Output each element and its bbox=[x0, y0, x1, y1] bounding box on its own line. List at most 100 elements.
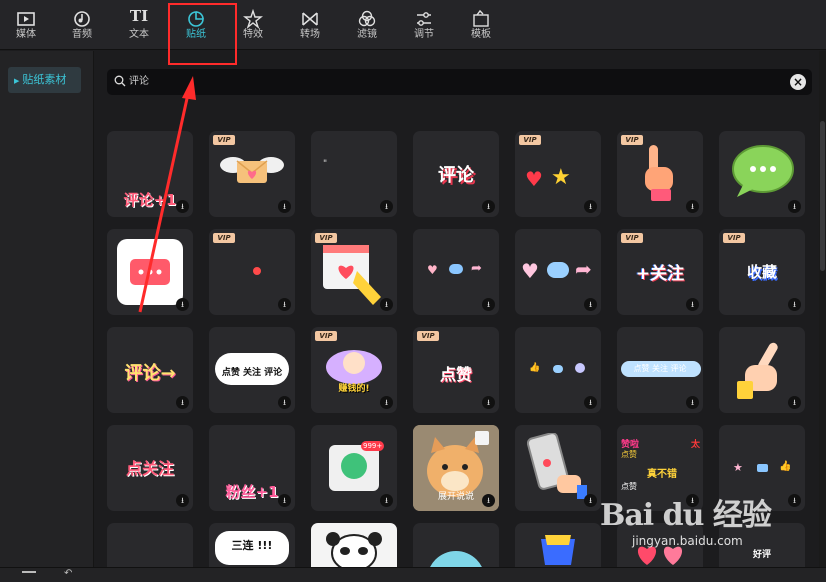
text-icon: TI bbox=[129, 7, 149, 25]
pointing-hand-icon bbox=[645, 145, 673, 201]
chat-icon bbox=[341, 453, 367, 479]
menu-icon[interactable] bbox=[22, 571, 36, 573]
heart-icon: ♥ bbox=[427, 263, 438, 277]
heart-icon: ♥ bbox=[525, 167, 543, 191]
sticker-card[interactable]: 评论→ ⭳ bbox=[107, 327, 193, 413]
search-input[interactable]: 评论 bbox=[129, 69, 149, 95]
download-icon[interactable]: ⭳ bbox=[176, 396, 189, 409]
download-icon[interactable]: ⭳ bbox=[686, 396, 699, 409]
tab-transition[interactable]: 转场 bbox=[286, 4, 334, 48]
sticker-card[interactable] bbox=[107, 523, 193, 567]
scrollbar-thumb[interactable] bbox=[820, 121, 825, 271]
download-icon[interactable]: ⭳ bbox=[584, 200, 597, 213]
download-icon[interactable]: ⭳ bbox=[788, 200, 801, 213]
scrollbar[interactable] bbox=[819, 51, 826, 567]
sticker-card[interactable]: VIP ⭳ bbox=[209, 229, 295, 315]
check-icon bbox=[575, 363, 585, 373]
top-toolbar: 媒体 音频 TI 文本 贴纸 特效 转场 滤镜 调节 模板 bbox=[0, 0, 826, 50]
sticker-card[interactable] bbox=[311, 523, 397, 567]
download-icon[interactable]: ⭳ bbox=[176, 494, 189, 507]
tab-text[interactable]: TI 文本 bbox=[115, 4, 163, 48]
download-icon[interactable]: ⭳ bbox=[686, 200, 699, 213]
sticker-card[interactable]: VIP 赚钱的! ⭳ bbox=[311, 327, 397, 413]
undo-icon[interactable]: ↶ bbox=[64, 568, 72, 579]
timeline-toolbar: ↶ bbox=[0, 567, 826, 582]
download-icon[interactable]: ⭳ bbox=[482, 200, 495, 213]
sticker-card[interactable]: VIP 收藏 ⭳ bbox=[719, 229, 805, 315]
vip-badge: VIP bbox=[519, 135, 541, 145]
sticker-card[interactable]: 粉丝+1 ⭳ bbox=[209, 425, 295, 511]
sticker-card[interactable]: ⭳ bbox=[515, 425, 601, 511]
sticker-card[interactable]: VIP +关注 ⭳ bbox=[617, 229, 703, 315]
download-icon[interactable]: ⭳ bbox=[584, 494, 597, 507]
thumbs-up-icon: 👍 bbox=[529, 363, 541, 373]
download-icon[interactable]: ⭳ bbox=[278, 200, 291, 213]
download-icon[interactable]: ⭳ bbox=[380, 396, 393, 409]
adjust-icon bbox=[400, 4, 448, 28]
sticker-card[interactable]: ♥ ➦ ⭳ bbox=[413, 229, 499, 315]
pointing-hand-icon bbox=[737, 342, 778, 399]
sticker-card[interactable]: VIP ⭳ bbox=[311, 229, 397, 315]
annotation-highlight-box bbox=[168, 3, 237, 65]
triangle-right-icon: ▶ bbox=[14, 77, 20, 85]
download-icon[interactable]: ⭳ bbox=[278, 494, 291, 507]
sticker-card[interactable]: 评论+1 ⭳ bbox=[107, 131, 193, 217]
download-icon[interactable]: ⭳ bbox=[380, 494, 393, 507]
download-icon[interactable]: ⭳ bbox=[482, 494, 495, 507]
download-icon[interactable]: ⭳ bbox=[380, 200, 393, 213]
sticker-card[interactable]: VIP ♥ ★ ⭳ bbox=[515, 131, 601, 217]
sticker-card[interactable]: VIP ⭳ bbox=[617, 131, 703, 217]
vip-badge: VIP bbox=[213, 233, 235, 243]
chat-icon bbox=[547, 262, 569, 278]
download-icon[interactable]: ⭳ bbox=[278, 396, 291, 409]
sticker-card[interactable]: 点赞 关注 评论 ⭳ bbox=[617, 327, 703, 413]
sticker-card[interactable]: VIP ⭳ bbox=[209, 131, 295, 217]
download-icon[interactable]: ⭳ bbox=[788, 298, 801, 311]
sticker-card[interactable]: ⭳ bbox=[719, 131, 805, 217]
tab-adjust[interactable]: 调节 bbox=[400, 4, 448, 48]
download-icon[interactable]: ⭳ bbox=[584, 396, 597, 409]
sticker-card[interactable]: 999+ ⭳ bbox=[311, 425, 397, 511]
clear-search-button[interactable]: × bbox=[790, 74, 806, 90]
sticker-card[interactable]: ♥ ➦ ⭳ bbox=[515, 229, 601, 315]
download-icon[interactable]: ⭳ bbox=[380, 298, 393, 311]
vip-badge: VIP bbox=[213, 135, 235, 145]
sticker-card[interactable]: VIP 点赞 ⭳ bbox=[413, 327, 499, 413]
sticker-card[interactable]: 三连 !!! bbox=[209, 523, 295, 567]
phone-tap-icon bbox=[527, 433, 587, 499]
download-icon[interactable]: ⭳ bbox=[788, 396, 801, 409]
share-arrow-icon: ➦ bbox=[471, 261, 482, 276]
sticker-card[interactable]: ⭳ bbox=[719, 327, 805, 413]
sticker-card[interactable]: 展开说说 ⭳ bbox=[413, 425, 499, 511]
sticker-card[interactable] bbox=[515, 523, 601, 567]
download-icon[interactable]: ⭳ bbox=[278, 298, 291, 311]
download-icon[interactable]: ⭳ bbox=[176, 298, 189, 311]
tab-filter[interactable]: 滤镜 bbox=[343, 4, 391, 48]
download-icon[interactable]: ⭳ bbox=[482, 298, 495, 311]
sticker-card[interactable]: " ⭳ bbox=[311, 131, 397, 217]
sticker-card[interactable]: ⭳ bbox=[107, 229, 193, 315]
search-bar[interactable]: 评论 × bbox=[107, 69, 812, 95]
vip-badge: VIP bbox=[315, 331, 337, 341]
filter-icon bbox=[343, 4, 391, 28]
download-icon[interactable]: ⭳ bbox=[686, 298, 699, 311]
download-icon[interactable]: ⭳ bbox=[584, 298, 597, 311]
star-icon: ★ bbox=[551, 165, 571, 190]
sticker-card[interactable] bbox=[413, 523, 499, 567]
download-icon[interactable]: ⭳ bbox=[176, 200, 189, 213]
heart-window-hand-icon bbox=[323, 245, 381, 305]
sticker-card[interactable]: 点关注 ⭳ bbox=[107, 425, 193, 511]
download-icon[interactable]: ⭳ bbox=[482, 396, 495, 409]
tab-template[interactable]: 模板 bbox=[457, 4, 505, 48]
sticker-card[interactable]: 👍 ⭳ bbox=[515, 327, 601, 413]
vip-badge: VIP bbox=[417, 331, 439, 341]
tab-media[interactable]: 媒体 bbox=[2, 4, 50, 48]
cartoon-character-icon bbox=[326, 350, 382, 384]
sidebar-item-sticker-material[interactable]: ▶ 贴纸素材 bbox=[8, 67, 81, 93]
thumbs-up-icon: 👍 bbox=[779, 461, 792, 472]
trophy-cup-icon bbox=[541, 535, 575, 565]
transition-icon bbox=[286, 4, 334, 28]
tab-audio[interactable]: 音频 bbox=[58, 4, 106, 48]
sticker-card[interactable]: 点赞 关注 评论 ⭳ bbox=[209, 327, 295, 413]
sticker-card[interactable]: 评论 ⭳ bbox=[413, 131, 499, 217]
